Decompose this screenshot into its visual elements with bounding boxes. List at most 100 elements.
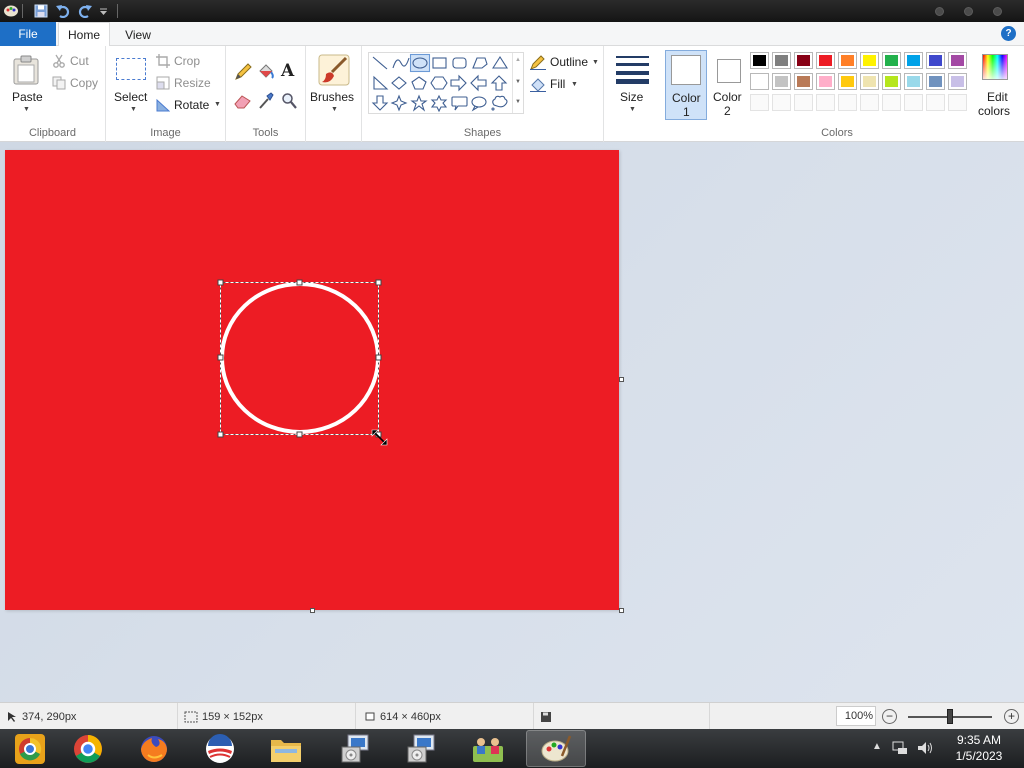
paste-button[interactable]: Paste ▼ [8, 52, 44, 114]
paint-icon[interactable] [526, 730, 586, 767]
palette-color-swatch[interactable] [838, 52, 857, 69]
color1-button[interactable]: Color 1 [665, 50, 707, 120]
palette-color-swatch[interactable] [882, 73, 901, 90]
tab-file[interactable]: File [0, 22, 56, 46]
eraser-icon[interactable] [234, 93, 252, 109]
network-people-icon[interactable] [458, 730, 518, 767]
palette-custom-swatch[interactable] [882, 94, 901, 111]
help-icon[interactable]: ? [1001, 26, 1016, 41]
palette-color-swatch[interactable] [948, 73, 967, 90]
save-icon[interactable] [32, 2, 50, 20]
palette-color-swatch[interactable] [860, 52, 879, 69]
scroll-up-icon[interactable]: ▲ [515, 57, 521, 63]
redo-icon[interactable] [76, 2, 94, 20]
installer-icon[interactable] [326, 730, 386, 767]
show-hidden-icons-icon[interactable]: ▲ [872, 741, 882, 752]
palette-color-swatch[interactable] [772, 52, 791, 69]
palette-color-swatch[interactable] [772, 73, 791, 90]
text-tool-icon[interactable]: A [281, 61, 294, 81]
palette-color-swatch[interactable] [948, 52, 967, 69]
palette-custom-swatch[interactable] [838, 94, 857, 111]
copy-label: Copy [70, 76, 99, 90]
crop-button[interactable]: Crop [156, 53, 222, 71]
file-explorer-icon[interactable] [256, 730, 316, 767]
paste-label: Paste [12, 90, 43, 104]
palette-custom-swatch[interactable] [904, 94, 923, 111]
copy-button[interactable]: Copy [52, 75, 104, 93]
edit-colors-button[interactable]: Edit colors [972, 52, 1016, 118]
diamond-shape [391, 76, 407, 90]
palette-color-swatch[interactable] [904, 73, 923, 90]
system-clock[interactable]: 9:35 AM 1/5/2023 [944, 732, 1014, 764]
scroll-down-icon[interactable]: ▼ [515, 79, 521, 85]
canvas-resize-handle-right[interactable] [619, 377, 624, 382]
palette-custom-swatch[interactable] [926, 94, 945, 111]
close-button[interactable] [993, 7, 1002, 16]
palette-color-swatch[interactable] [794, 73, 813, 90]
palette-color-swatch[interactable] [882, 52, 901, 69]
maximize-button[interactable] [964, 7, 973, 16]
size-button[interactable]: Size ▼ [612, 52, 652, 116]
fill-bucket-icon[interactable] [257, 63, 275, 81]
palette-color-swatch[interactable] [904, 52, 923, 69]
chrome-canary-icon[interactable] [0, 730, 60, 767]
drawing-canvas[interactable] [5, 150, 619, 610]
palette-color-fill [797, 55, 810, 66]
zoom-in-button[interactable]: + [1004, 709, 1019, 724]
rotate-button[interactable]: Rotate ▼ [156, 97, 224, 115]
palette-color-swatch[interactable] [838, 73, 857, 90]
palette-color-swatch[interactable] [816, 73, 835, 90]
shapes-group: ▲ ▼ ▼ Outline ▼ Fill ▼ Shapes [362, 46, 604, 142]
palette-color-swatch[interactable] [794, 52, 813, 69]
palette-color-swatch[interactable] [750, 73, 769, 90]
status-bar: 374, 290px 159 × 152px 614 × 460px 100% … [0, 702, 1024, 730]
magnifier-icon[interactable] [281, 92, 297, 110]
palette-color-swatch[interactable] [926, 73, 945, 90]
resize-button[interactable]: Resize [156, 75, 222, 93]
minimize-button[interactable] [935, 7, 944, 16]
palette-color-fill [863, 76, 876, 87]
select-button[interactable]: Select ▼ [112, 52, 152, 116]
canvas-workspace[interactable] [0, 142, 1024, 702]
palette-custom-swatch[interactable] [816, 94, 835, 111]
palette-custom-swatch[interactable] [772, 94, 791, 111]
undo-icon[interactable] [54, 2, 72, 20]
palette-custom-swatch[interactable] [860, 94, 879, 111]
palette-color-swatch[interactable] [816, 52, 835, 69]
canvas-resize-handle-corner[interactable] [619, 608, 624, 613]
canvas-resize-handle-bottom[interactable] [310, 608, 315, 613]
shapes-more-icon[interactable]: ▼ [515, 99, 521, 105]
firefox-icon[interactable] [124, 730, 184, 767]
palette-custom-swatch[interactable] [948, 94, 967, 111]
image-group: Select ▼ Crop Resize Rotate ▼ Image [106, 46, 226, 142]
shapes-scrollbar[interactable]: ▲ ▼ ▼ [512, 53, 523, 113]
palette-color-swatch[interactable] [860, 73, 879, 90]
color2-button[interactable]: Color 2 [711, 50, 747, 120]
outline-button[interactable]: Outline ▼ [530, 54, 600, 72]
palette-color-swatch[interactable] [926, 52, 945, 69]
pencil-icon[interactable] [234, 63, 252, 81]
chrome-icon[interactable] [58, 730, 118, 767]
zoom-slider-thumb[interactable] [947, 709, 953, 724]
color-picker-icon[interactable] [258, 92, 274, 110]
palette-custom-swatch[interactable] [794, 94, 813, 111]
palette-color-fill [819, 76, 832, 87]
palette-custom-swatch[interactable] [750, 94, 769, 111]
tab-view[interactable]: View [114, 22, 162, 47]
fill-button[interactable]: Fill ▼ [530, 76, 590, 94]
brushes-button[interactable]: Brushes ▼ [310, 52, 358, 116]
zoom-out-button[interactable]: − [882, 709, 897, 724]
network-status-icon[interactable] [892, 740, 908, 756]
down-arrow-shape [371, 95, 389, 111]
palette-color-swatch[interactable] [750, 52, 769, 69]
volume-icon[interactable] [916, 740, 934, 756]
tab-home[interactable]: Home [58, 22, 110, 47]
canvas-size-text: 614 × 460px [380, 710, 441, 723]
obama-logo-icon[interactable] [190, 730, 250, 767]
triangle-shape [491, 55, 509, 69]
paint-app-icon[interactable] [2, 2, 20, 20]
cut-button[interactable]: Cut [52, 53, 104, 71]
customize-quick-access-icon[interactable] [96, 2, 110, 20]
resize-cursor-icon [371, 429, 388, 446]
installer-icon-2[interactable] [392, 730, 452, 767]
